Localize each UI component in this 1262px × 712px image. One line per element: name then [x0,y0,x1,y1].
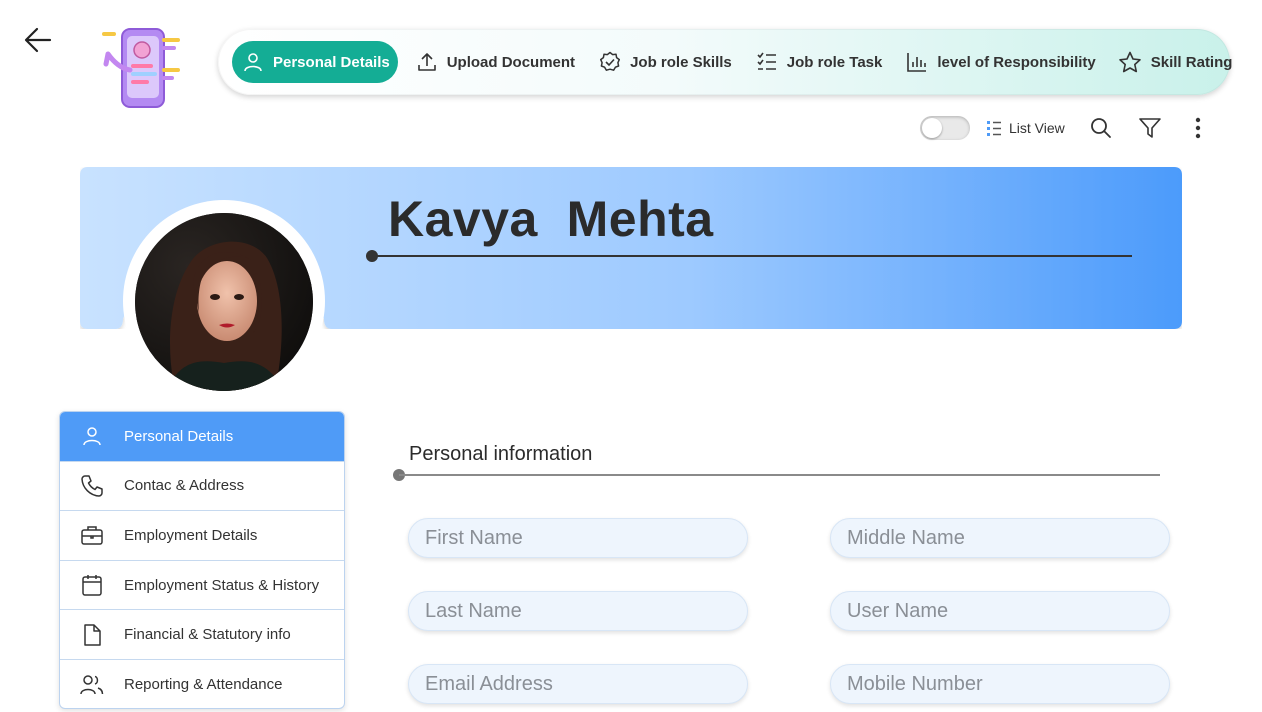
tab-label: Job role Task [786,53,883,71]
users-icon [60,674,124,696]
view-toolbar: List View [920,114,1065,142]
sidebar-item-label: Reporting & Attendance [124,676,283,694]
section-divider [393,469,1160,481]
filter-button[interactable] [1136,114,1164,142]
sidebar-item-financial-statutory[interactable]: Financial & Statutory info [60,610,344,660]
calendar-icon [60,573,124,597]
more-vertical-icon [1195,117,1201,139]
briefcase-icon [60,524,124,546]
list-view-label: List View [1009,120,1065,136]
sidebar-item-label: Employment Details [124,526,258,544]
tab-label: Personal Details [273,53,390,71]
mobile-number-field[interactable] [830,664,1170,704]
email-field[interactable] [408,664,748,704]
profile-name: Kavya Mehta [388,191,714,247]
bar-chart-icon [907,53,927,72]
user-icon [244,53,262,72]
profile-section-menu: Personal Details Contac & Address Employ… [59,411,345,709]
tab-label: Job role Skills [630,53,732,71]
list-icon [987,121,1001,136]
tab-label: Skill Rating [1150,53,1233,71]
sidebar-item-employment-status-history[interactable]: Employment Status & History [60,561,344,611]
name-underline [366,250,1132,262]
sidebar-item-label: Employment Status & History [124,576,320,594]
tab-skill-rating[interactable]: Skill Rating [1108,41,1243,83]
tab-upload-document[interactable]: Upload Document [406,41,585,83]
tab-personal-details[interactable]: Personal Details [232,41,398,83]
filter-icon [1139,118,1161,138]
sidebar-item-reporting-attendance[interactable]: Reporting & Attendance [60,660,344,708]
back-button[interactable] [22,24,56,56]
tab-job-role-task[interactable]: Job role Task [746,41,893,83]
badge-check-icon [600,51,621,71]
middle-name-field[interactable] [830,518,1170,558]
document-icon [60,623,124,647]
search-button[interactable] [1087,114,1115,142]
phone-icon [60,474,124,498]
tab-level-of-responsibility[interactable]: level of Responsibility [896,41,1105,83]
app-logo [100,24,190,112]
user-name-field[interactable] [830,591,1170,631]
sidebar-item-personal-details[interactable]: Personal Details [60,412,344,462]
sidebar-item-contact-address[interactable]: Contac & Address [60,462,344,512]
tab-job-role-skills[interactable]: Job role Skills [589,41,742,83]
sidebar-item-label: Financial & Statutory info [124,626,291,644]
more-options-button[interactable] [1184,114,1212,142]
toggle-knob [922,118,942,138]
tab-label: Upload Document [446,53,576,71]
arrow-left-icon [24,27,52,53]
tab-label: level of Responsibility [937,53,1096,71]
upload-icon [417,53,436,71]
avatar[interactable] [135,213,313,391]
top-navigation: Personal Details Upload Document Job rol… [218,29,1232,95]
sidebar-item-label: Contac & Address [124,477,245,495]
user-icon [60,425,124,447]
last-name-field[interactable] [408,591,748,631]
sidebar-item-employment-details[interactable]: Employment Details [60,511,344,561]
checklist-icon [757,52,776,70]
view-toggle[interactable] [920,116,970,140]
search-icon [1091,118,1111,138]
first-name-field[interactable] [408,518,748,558]
section-title: Personal information [409,443,593,465]
star-icon [1118,51,1141,73]
sidebar-item-label: Personal Details [124,427,234,445]
list-view-button[interactable]: List View [986,119,1065,137]
